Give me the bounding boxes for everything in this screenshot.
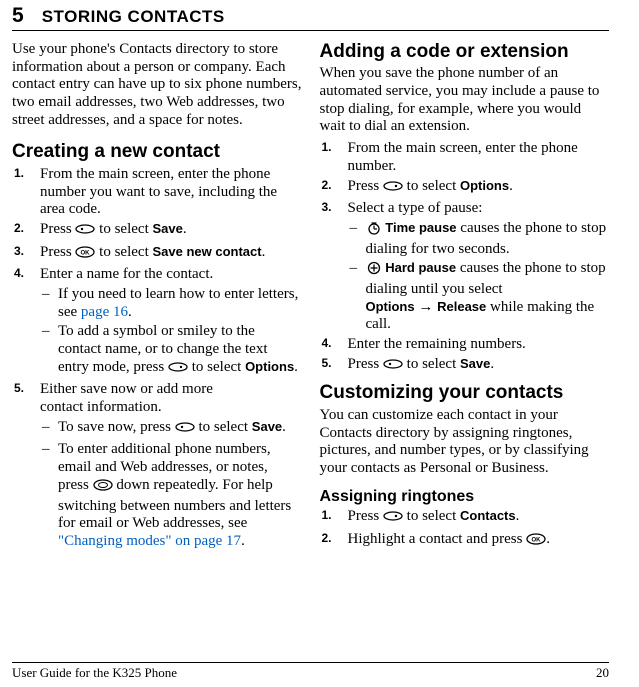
step-text: From the main screen, enter the phone nu… [348,140,578,174]
substep: To enter additional phone numbers, email… [40,441,302,550]
substep: If you need to learn how to enter letter… [40,286,302,321]
step-text: Press [348,178,383,194]
step-text: . [183,221,187,237]
step-text: . [490,356,494,372]
ui-label: Time pause [385,220,456,235]
ok-key-icon: OK [75,245,95,265]
substep: To add a symbol or smiley to the contact… [40,323,302,379]
intro-paragraph: Use your phone's Contacts directory to s… [12,41,302,129]
step-text: to select [99,221,152,237]
chapter-number: 5 [12,4,24,28]
step-2: 2. Highlight a contact and press OK . [320,531,610,552]
chapter-title: STORING CONTACTS [42,7,225,27]
svg-text:OK: OK [81,250,91,256]
section-intro: You can customize each contact in your C… [320,407,610,478]
step-3: 3. Press OK to select Save new contact. [12,244,302,265]
step-5: 5. Press to select Save. [320,356,610,377]
substep-text: . [282,419,286,435]
ui-label: Save [153,221,183,236]
substep: Hard pause causes the phone to stop dial… [348,260,610,334]
nav-key-icon [93,478,113,498]
step-text: Press [348,508,383,524]
step-text: Enter a name for the contact. [40,266,213,282]
step-4: 4. Enter the remaining numbers. [320,336,610,354]
step-1: 1. From the main screen, enter the phone… [320,140,610,175]
softkey-left-icon [175,420,195,440]
step-text: contact information. [40,399,162,415]
ui-label: Save new contact [153,244,262,259]
column-right: Adding a code or extension When you save… [320,41,610,646]
section-intro: When you save the phone number of an aut… [320,65,610,136]
page-link[interactable]: "Changing modes" on page 17 [58,533,241,549]
substep: To save now, press to select Save. [40,419,302,440]
step-text: to select [99,244,152,260]
substep-text: . [294,359,298,375]
step-text: . [516,508,520,524]
step-text: . [509,178,513,194]
substep: Time pause causes the phone to stop dial… [348,220,610,258]
step-text: . [546,531,550,547]
ui-label: Options [366,299,415,314]
step-4: 4. Enter a name for the contact. If you … [12,266,302,379]
ui-label: Save [252,419,282,434]
footer-left: User Guide for the K325 Phone [12,665,177,681]
chapter-header: 5 STORING CONTACTS [12,0,609,31]
step-2: 2. Press to select Options. [320,178,610,199]
subsection-ringtones-title: Assigning ringtones [320,488,610,507]
step-2: 2. Press to select Save. [12,221,302,242]
step-text: to select [407,178,460,194]
step-1: 1. Press to select Contacts. [320,508,610,529]
step-5: 5. Either save now or add more contact i… [12,381,302,550]
step-text: Press [40,244,75,260]
step-3: 3. Select a type of pause: Time pause ca… [320,200,610,334]
section-adding-title: Adding a code or extension [320,41,610,63]
ui-label: Release [437,299,486,314]
softkey-left-icon [383,357,403,377]
ui-label: Hard pause [385,260,456,275]
footer-page-number: 20 [596,665,609,681]
softkey-left-icon [75,222,95,242]
substep-text: To save now, press [58,419,175,435]
ui-label: Contacts [460,508,516,523]
svg-text:OK: OK [532,538,542,544]
section-customizing-title: Customizing your contacts [320,382,610,404]
page-link[interactable]: page 16 [81,304,128,320]
column-left: Use your phone's Contacts directory to s… [12,41,302,646]
softkey-right-icon [383,179,403,199]
step-text: Enter the remaining numbers. [348,336,526,352]
substep-text: . [241,533,245,549]
ui-label: Options [245,359,294,374]
page-footer: User Guide for the K325 Phone 20 [12,662,609,681]
step-text: Press [348,356,383,372]
step-text: . [262,244,266,260]
ok-key-icon: OK [526,532,546,552]
step-text: From the main screen, enter the phone nu… [40,166,277,217]
substep-text: to select [192,359,245,375]
substep-text: . [128,304,132,320]
step-text: Select a type of pause: [348,200,483,216]
substep-text: → [415,299,438,315]
softkey-right-icon [168,360,188,380]
step-text: Press [40,221,75,237]
step-text: Either save now or add more [40,381,213,397]
step-text: to select [407,356,460,372]
softkey-right-icon [383,509,403,529]
step-text: Highlight a contact and press [348,531,527,547]
hard-pause-icon [366,261,382,281]
substep-text: to select [198,419,251,435]
ui-label: Options [460,178,509,193]
time-pause-icon [366,221,382,241]
step-text: to select [407,508,460,524]
step-1: 1. From the main screen, enter the phone… [12,166,302,219]
ui-label: Save [460,356,490,371]
section-creating-title: Creating a new contact [12,141,302,163]
